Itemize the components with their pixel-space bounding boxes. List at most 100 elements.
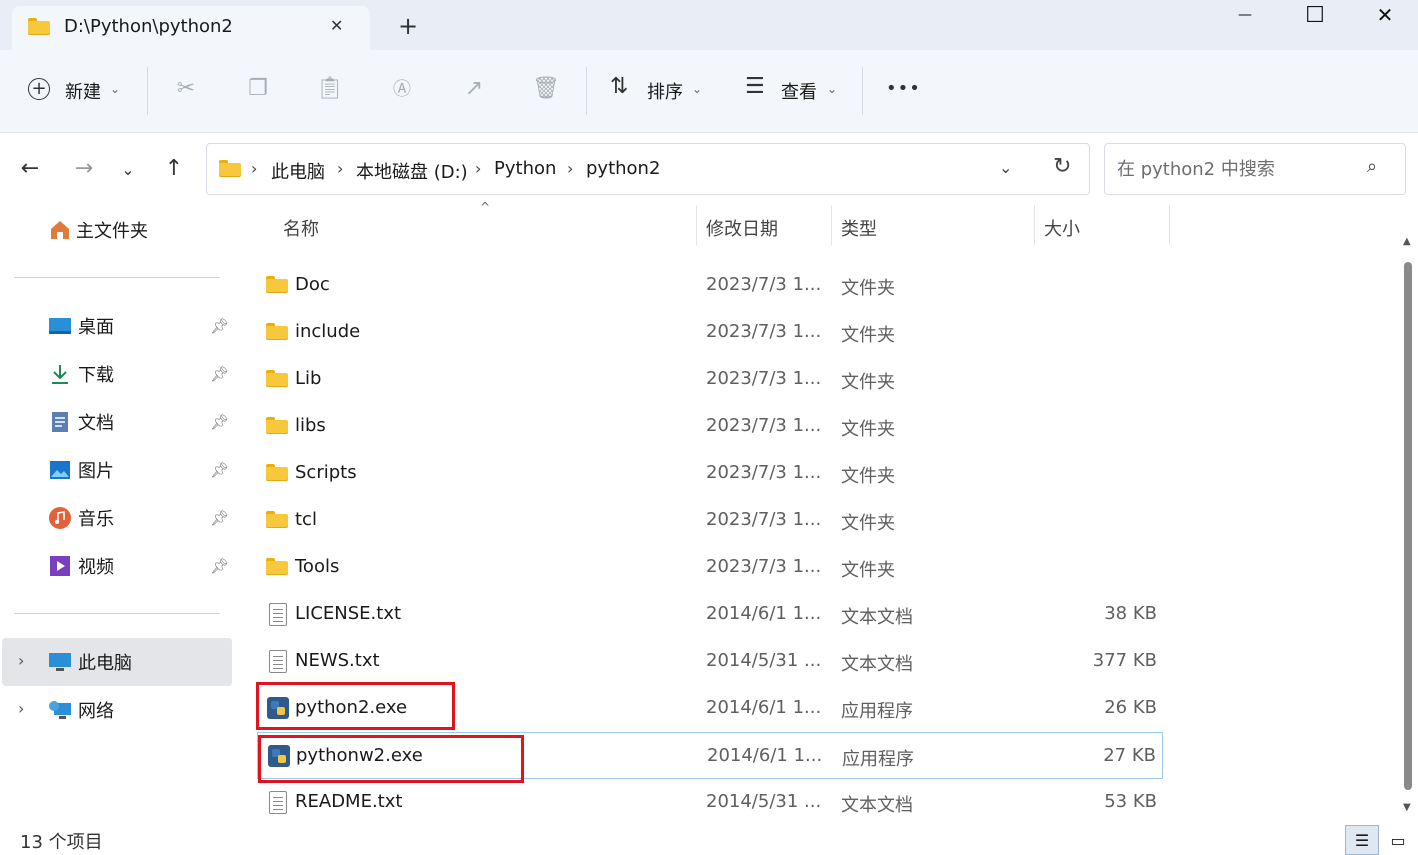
desktop-icon <box>48 314 72 338</box>
search-input[interactable] <box>1115 156 1359 182</box>
file-type: 文本文档 <box>841 654 913 675</box>
item-count: 13 个项目 <box>20 832 103 853</box>
pin-icon[interactable]: 📌︎ <box>210 365 229 383</box>
share-icon[interactable]: ↗ <box>460 74 488 102</box>
sidebar-item-home[interactable]: 主文件夹 <box>48 215 148 245</box>
scroll-up-icon[interactable]: ▲ <box>1403 236 1411 247</box>
column-header-type[interactable]: 类型 <box>841 215 877 241</box>
chevron-right-icon[interactable]: › <box>475 159 481 178</box>
file-size: 27 KB <box>1103 745 1156 766</box>
column-header-size[interactable]: 大小 <box>1044 215 1080 241</box>
list-item[interactable]: Doc 2023/7/3 1... 文件夹 <box>257 262 1163 309</box>
breadcrumb-drive-d[interactable]: 本地磁盘 (D:) <box>356 158 468 184</box>
column-divider[interactable] <box>831 205 832 245</box>
cut-icon[interactable]: ✂ <box>172 74 200 102</box>
list-item[interactable]: include 2023/7/3 1... 文件夹 <box>257 309 1163 356</box>
list-item[interactable]: Lib 2023/7/3 1... 文件夹 <box>257 356 1163 403</box>
more-options-button[interactable]: ••• <box>886 78 921 99</box>
forward-arrow-icon[interactable]: → <box>70 156 98 181</box>
address-bar[interactable]: › 此电脑 › 本地磁盘 (D:) › Python › python2 ⌄ ↻ <box>206 143 1090 195</box>
sidebar-item-documents[interactable]: 文档 <box>48 407 114 437</box>
chevron-right-icon[interactable]: › <box>18 651 24 670</box>
list-item[interactable]: tcl 2023/7/3 1... 文件夹 <box>257 497 1163 544</box>
refresh-icon[interactable]: ↻ <box>1053 154 1071 179</box>
sidebar-item-music[interactable]: 音乐 <box>48 503 114 533</box>
column-divider[interactable] <box>1169 205 1170 245</box>
chevron-right-icon[interactable]: › <box>337 159 343 178</box>
file-type: 文件夹 <box>841 325 895 346</box>
up-arrow-icon[interactable]: ↑ <box>160 156 188 181</box>
search-box[interactable]: ⌕ <box>1104 143 1406 195</box>
picture-icon <box>48 458 72 482</box>
highlight-box <box>258 735 524 783</box>
chevron-right-icon[interactable]: › <box>18 699 24 718</box>
file-date: 2014/6/1 1... <box>706 697 822 718</box>
file-size: 26 KB <box>1104 697 1157 718</box>
list-item[interactable]: Scripts 2023/7/3 1... 文件夹 <box>257 450 1163 497</box>
sort-button[interactable]: ⇅ 排序 ⌄ <box>610 74 710 108</box>
file-type: 文件夹 <box>841 466 895 487</box>
folder-icon <box>266 464 288 481</box>
back-arrow-icon[interactable]: ← <box>16 156 44 181</box>
scroll-down-icon[interactable]: ▼ <box>1403 802 1411 813</box>
sidebar-item-label: 图片 <box>78 461 114 482</box>
column-header-name[interactable]: 名称 <box>283 215 319 241</box>
view-button[interactable]: ☰ 查看 ⌄ <box>745 74 845 108</box>
details-view-icon[interactable]: ☰ <box>1345 825 1379 855</box>
list-item[interactable]: libs 2023/7/3 1... 文件夹 <box>257 403 1163 450</box>
chevron-down-icon: ⌄ <box>827 82 838 96</box>
rename-icon[interactable]: Ⓐ <box>388 74 416 102</box>
plus-icon: + <box>28 78 50 100</box>
file-type: 文本文档 <box>841 607 913 628</box>
pin-icon[interactable]: 📌︎ <box>210 317 229 335</box>
network-icon <box>48 698 72 722</box>
download-icon <box>48 362 72 386</box>
column-divider[interactable] <box>1034 205 1035 245</box>
file-type: 文件夹 <box>841 419 895 440</box>
delete-icon[interactable]: 🗑︎ <box>532 74 560 102</box>
sidebar-item-network[interactable]: 网络 <box>48 695 114 725</box>
sidebar-item-pictures[interactable]: 图片 <box>48 455 114 485</box>
column-header-modified[interactable]: 修改日期 <box>706 215 778 241</box>
pin-icon[interactable]: 📌︎ <box>210 509 229 527</box>
chevron-right-icon[interactable]: › <box>567 159 573 178</box>
recent-locations-icon[interactable]: ⌄ <box>114 160 142 179</box>
home-icon <box>48 218 72 242</box>
list-item[interactable]: LICENSE.txt 2014/6/1 1... 文本文档 38 KB <box>257 591 1163 638</box>
new-button[interactable]: + 新建 ⌄ <box>28 74 128 108</box>
sidebar-item-label: 音乐 <box>78 509 114 530</box>
chevron-down-icon[interactable]: ⌄ <box>999 158 1012 177</box>
column-divider[interactable] <box>696 205 697 245</box>
maximize-button[interactable]: ☐ <box>1280 0 1350 30</box>
close-tab-icon[interactable]: ✕ <box>330 16 343 35</box>
tab-active[interactable]: D:\Python\python2 ✕ <box>12 6 370 50</box>
sidebar-item-label: 视频 <box>78 557 114 578</box>
vertical-scrollbar[interactable] <box>1404 262 1412 790</box>
divider <box>862 67 863 115</box>
file-name: NEWS.txt <box>295 650 380 671</box>
breadcrumb-this-pc[interactable]: 此电脑 <box>271 158 325 184</box>
pin-icon[interactable]: 📌︎ <box>210 557 229 575</box>
file-date: 2023/7/3 1... <box>706 556 822 577</box>
sidebar-item-downloads[interactable]: 下载 <box>48 359 114 389</box>
tiles-view-icon[interactable]: ▭ <box>1383 825 1413 855</box>
file-date: 2014/5/31 ... <box>706 650 822 671</box>
breadcrumb-python2[interactable]: python2 <box>586 158 660 179</box>
list-item[interactable]: Tools 2023/7/3 1... 文件夹 <box>257 544 1163 591</box>
video-icon <box>48 554 72 578</box>
list-item[interactable]: README.txt 2014/5/31 ... 文本文档 53 KB <box>257 779 1163 826</box>
close-window-button[interactable]: ✕ <box>1350 0 1418 30</box>
sidebar-item-desktop[interactable]: 桌面 <box>48 311 114 341</box>
chevron-right-icon[interactable]: › <box>251 159 257 178</box>
minimize-button[interactable]: — <box>1210 0 1280 30</box>
list-item[interactable]: NEWS.txt 2014/5/31 ... 文本文档 377 KB <box>257 638 1163 685</box>
pin-icon[interactable]: 📌︎ <box>210 413 229 431</box>
new-tab-button[interactable]: + <box>398 12 418 40</box>
sidebar-item-videos[interactable]: 视频 <box>48 551 114 581</box>
search-icon[interactable]: ⌕ <box>1367 156 1377 177</box>
sidebar-item-this-pc[interactable]: 此电脑 <box>48 647 132 677</box>
breadcrumb-python[interactable]: Python <box>494 158 556 179</box>
paste-icon[interactable]: 📋︎ <box>316 74 344 102</box>
pin-icon[interactable]: 📌︎ <box>210 461 229 479</box>
copy-icon[interactable]: ❐ <box>244 74 272 102</box>
